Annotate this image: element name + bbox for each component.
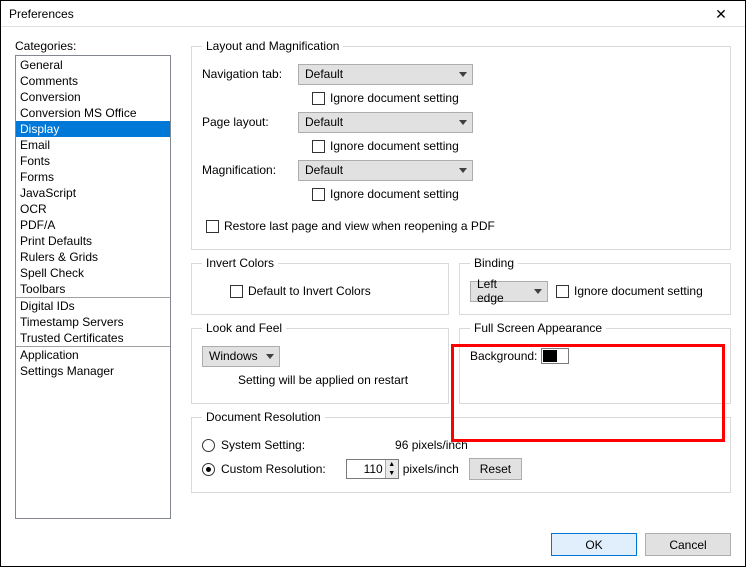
category-item[interactable]: Digital IDs	[16, 298, 170, 314]
color-swatch-icon	[543, 350, 557, 362]
category-item[interactable]: Settings Manager	[16, 363, 170, 379]
category-item[interactable]: Forms	[16, 169, 170, 185]
window-title: Preferences	[9, 1, 74, 27]
chevron-down-icon	[459, 120, 467, 125]
category-item[interactable]: JavaScript	[16, 185, 170, 201]
nav-tab-ignore-check[interactable]: Ignore document setting	[312, 88, 459, 108]
chevron-down-icon	[266, 354, 274, 359]
category-item[interactable]: General	[16, 57, 170, 73]
background-label: Background:	[470, 349, 537, 363]
category-item[interactable]: Rulers & Grids	[16, 249, 170, 265]
binding-select[interactable]: Left edge	[470, 281, 548, 302]
chevron-down-icon	[534, 289, 542, 294]
system-setting-radio[interactable]: System Setting:	[202, 435, 305, 455]
spin-down-icon[interactable]: ▼	[386, 469, 398, 478]
legend-docres: Document Resolution	[202, 410, 325, 424]
default-invert-check[interactable]: Default to Invert Colors	[230, 281, 371, 301]
category-item[interactable]: Display	[16, 121, 170, 137]
categories-list[interactable]: GeneralCommentsConversionConversion MS O…	[15, 55, 171, 519]
magnification-ignore-check[interactable]: Ignore document setting	[312, 184, 459, 204]
custom-resolution-radio[interactable]: Custom Resolution:	[202, 459, 326, 479]
unit-label: pixels/inch	[403, 462, 459, 476]
nav-tab-label: Navigation tab:	[202, 67, 298, 81]
legend-look: Look and Feel	[202, 321, 286, 335]
magnification-select[interactable]: Default	[298, 160, 473, 181]
system-setting-value: 96 pixels/inch	[395, 438, 468, 452]
spin-up-icon[interactable]: ▲	[386, 460, 398, 469]
group-document-resolution: Document Resolution System Setting: 96 p…	[191, 410, 731, 493]
binding-ignore-check[interactable]: Ignore document setting	[556, 281, 703, 301]
reset-button[interactable]: Reset	[469, 458, 522, 480]
group-binding: Binding Left edge Ignore document settin…	[459, 256, 731, 315]
category-item[interactable]: Email	[16, 137, 170, 153]
legend-fullscreen: Full Screen Appearance	[470, 321, 606, 335]
group-look-feel: Look and Feel Windows Setting will be ap…	[191, 321, 449, 404]
chevron-down-icon	[459, 72, 467, 77]
cancel-button[interactable]: Cancel	[645, 533, 731, 556]
custom-resolution-input[interactable]: ▲▼	[346, 459, 399, 479]
category-item[interactable]: Comments	[16, 73, 170, 89]
category-item[interactable]: Spell Check	[16, 265, 170, 281]
nav-tab-select[interactable]: Default	[298, 64, 473, 85]
page-layout-ignore-check[interactable]: Ignore document setting	[312, 136, 459, 156]
category-item[interactable]: Timestamp Servers	[16, 314, 170, 330]
legend-invert: Invert Colors	[202, 256, 278, 270]
background-color-picker[interactable]	[541, 348, 569, 364]
ok-button[interactable]: OK	[551, 533, 637, 556]
category-item[interactable]: OCR	[16, 201, 170, 217]
category-item[interactable]: Application	[16, 347, 170, 363]
group-invert-colors: Invert Colors Default to Invert Colors	[191, 256, 449, 315]
categories-label: Categories:	[15, 39, 171, 53]
chevron-down-icon	[459, 168, 467, 173]
close-icon[interactable]: ✕	[705, 1, 737, 27]
magnification-label: Magnification:	[202, 163, 298, 177]
legend-layout: Layout and Magnification	[202, 39, 343, 53]
restore-last-page-check[interactable]: Restore last page and view when reopenin…	[206, 216, 495, 236]
page-layout-label: Page layout:	[202, 115, 298, 129]
category-item[interactable]: Trusted Certificates	[16, 330, 170, 346]
category-item[interactable]: Print Defaults	[16, 233, 170, 249]
look-feel-select[interactable]: Windows	[202, 346, 280, 367]
group-layout-magnification: Layout and Magnification Navigation tab:…	[191, 39, 731, 250]
category-item[interactable]: PDF/A	[16, 217, 170, 233]
category-item[interactable]: Fonts	[16, 153, 170, 169]
category-item[interactable]: Toolbars	[16, 281, 170, 297]
legend-binding: Binding	[470, 256, 518, 270]
page-layout-select[interactable]: Default	[298, 112, 473, 133]
look-feel-note: Setting will be applied on restart	[238, 373, 408, 387]
group-fullscreen: Full Screen Appearance Background:	[459, 321, 731, 404]
category-item[interactable]: Conversion MS Office	[16, 105, 170, 121]
category-item[interactable]: Conversion	[16, 89, 170, 105]
